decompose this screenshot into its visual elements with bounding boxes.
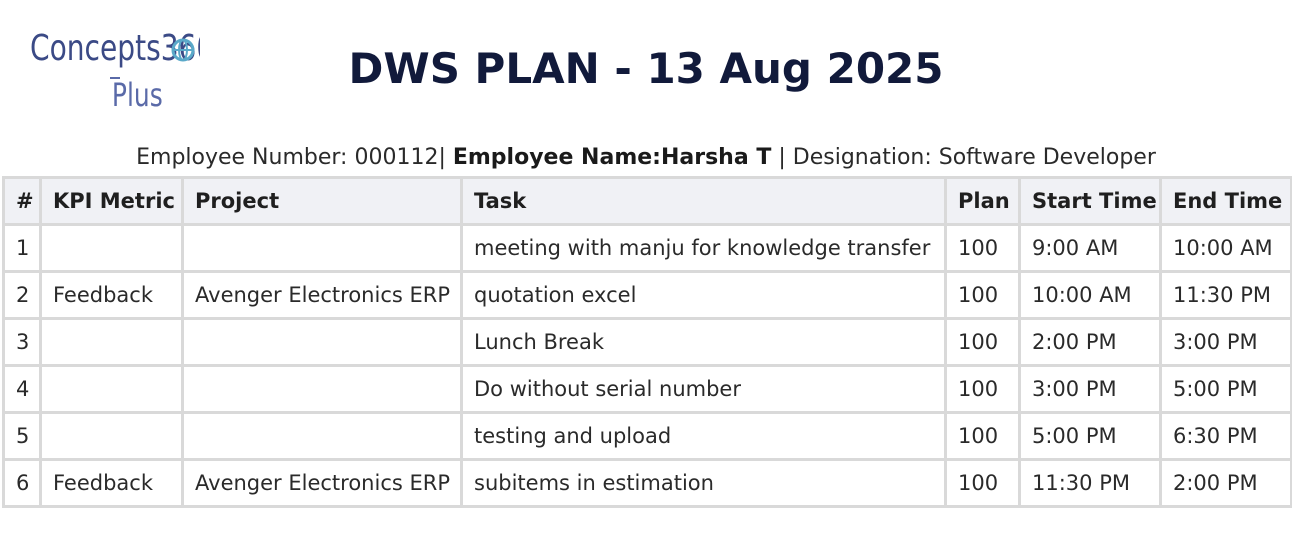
table-row: 5 testing and upload 100 5:00 PM 6:30 PM (2, 411, 1292, 461)
table-row: 4 Do without serial number 100 3:00 PM 5… (2, 364, 1292, 414)
header-kpi-metric: KPI Metric (39, 176, 184, 226)
cell-kpi-metric: Feedback (39, 458, 184, 508)
cell-plan: 100 (944, 411, 1021, 461)
employee-info: Employee Number: 000112| Employee Name:H… (0, 145, 1292, 170)
cell-start-time: 10:00 AM (1018, 270, 1162, 320)
cell-project (181, 223, 463, 273)
cell-plan: 100 (944, 458, 1021, 508)
cell-task: Do without serial number (460, 364, 947, 414)
cell-start-time: 5:00 PM (1018, 411, 1162, 461)
cell-project: Avenger Electronics ERP (181, 458, 463, 508)
cell-number: 3 (2, 317, 42, 367)
employee-designation: Designation: Software Developer (792, 145, 1156, 170)
cell-project: Avenger Electronics ERP (181, 270, 463, 320)
cell-end-time: 3:00 PM (1159, 317, 1292, 367)
cell-kpi-metric (39, 223, 184, 273)
cell-plan: 100 (944, 317, 1021, 367)
cell-task: meeting with manju for knowledge transfe… (460, 223, 947, 273)
cell-end-time: 2:00 PM (1159, 458, 1292, 508)
cell-kpi-metric (39, 411, 184, 461)
cell-start-time: 11:30 PM (1018, 458, 1162, 508)
cell-plan: 100 (944, 270, 1021, 320)
header-plan: Plan (944, 176, 1021, 226)
cell-end-time: 6:30 PM (1159, 411, 1292, 461)
cell-kpi-metric: Feedback (39, 270, 184, 320)
cell-end-time: 11:30 PM (1159, 270, 1292, 320)
dws-plan-table: # KPI Metric Project Task Plan Start Tim… (2, 176, 1292, 508)
cell-project (181, 317, 463, 367)
cell-project (181, 411, 463, 461)
cell-number: 2 (2, 270, 42, 320)
cell-number: 1 (2, 223, 42, 273)
cell-end-time: 10:00 AM (1159, 223, 1292, 273)
table-row: 6 Feedback Avenger Electronics ERP subit… (2, 458, 1292, 508)
cell-start-time: 3:00 PM (1018, 364, 1162, 414)
cell-start-time: 9:00 AM (1018, 223, 1162, 273)
cell-task: Lunch Break (460, 317, 947, 367)
table-row: 2 Feedback Avenger Electronics ERP quota… (2, 270, 1292, 320)
table-header-row: # KPI Metric Project Task Plan Start Tim… (2, 176, 1292, 226)
cell-task: subitems in estimation (460, 458, 947, 508)
header-task: Task (460, 176, 947, 226)
header-end-time: End Time (1159, 176, 1292, 226)
cell-start-time: 2:00 PM (1018, 317, 1162, 367)
header-project: Project (181, 176, 463, 226)
page-title: DWS PLAN - 13 Aug 2025 (348, 44, 944, 93)
cell-project (181, 364, 463, 414)
cell-plan: 100 (944, 223, 1021, 273)
cell-number: 5 (2, 411, 42, 461)
cell-kpi-metric (39, 364, 184, 414)
info-separator: | (778, 145, 786, 170)
cell-kpi-metric (39, 317, 184, 367)
table-row: 3 Lunch Break 100 2:00 PM 3:00 PM (2, 317, 1292, 367)
cell-number: 6 (2, 458, 42, 508)
cell-task: testing and upload (460, 411, 947, 461)
header-start-time: Start Time (1018, 176, 1162, 226)
employee-number: Employee Number: 000112| (136, 145, 446, 170)
table-row: 1 meeting with manju for knowledge trans… (2, 223, 1292, 273)
employee-name: Employee Name:Harsha T (452, 145, 772, 170)
cell-plan: 100 (944, 364, 1021, 414)
cell-end-time: 5:00 PM (1159, 364, 1292, 414)
cell-number: 4 (2, 364, 42, 414)
cell-task: quotation excel (460, 270, 947, 320)
header-number: # (2, 176, 42, 226)
